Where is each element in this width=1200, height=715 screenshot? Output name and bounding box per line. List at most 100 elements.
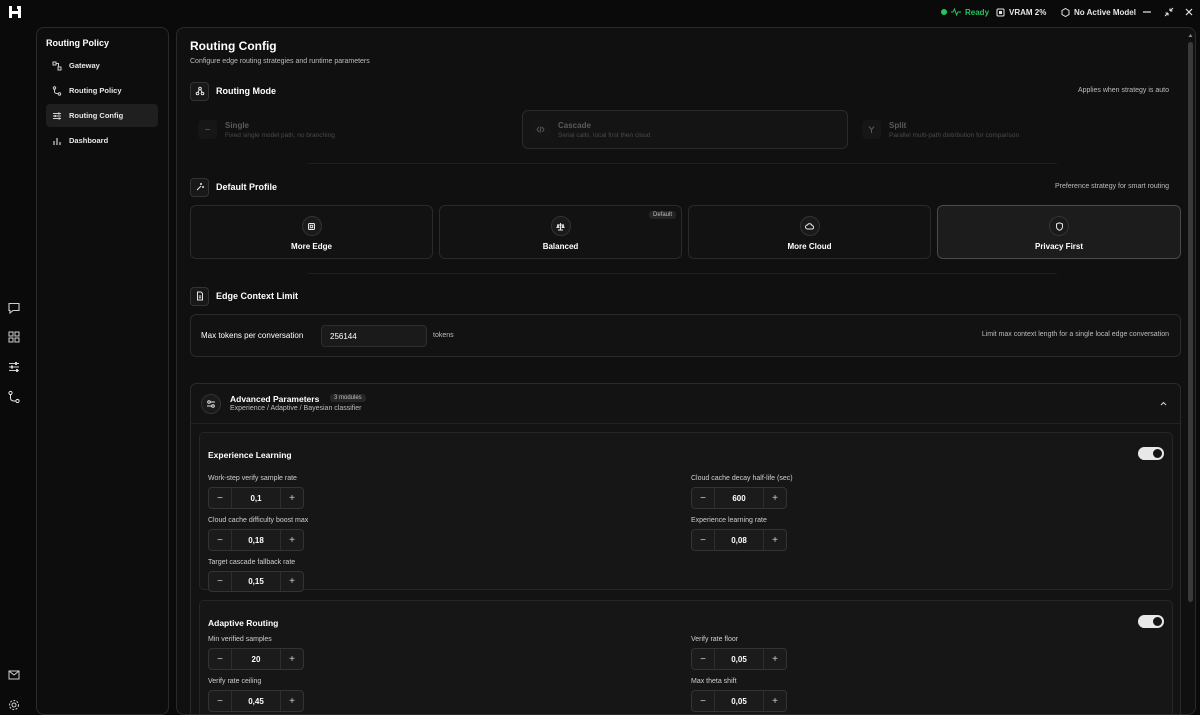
verify-rate-ceiling-stepper: − 0,45 +: [208, 690, 304, 712]
mode-option-cascade[interactable]: Cascade Serial calls, local first then c…: [522, 110, 848, 149]
restore-icon[interactable]: [1163, 6, 1175, 18]
shield-icon: [1049, 216, 1069, 236]
sidebar-item-routing-config[interactable]: Routing Config: [46, 104, 158, 127]
min-samples-stepper: − 20 +: [208, 648, 304, 670]
decrement-button[interactable]: −: [209, 649, 231, 669]
stepper-value[interactable]: 0,15: [231, 572, 281, 591]
fallback-rate-stepper: − 0,15 +: [208, 571, 304, 592]
stepper-value[interactable]: 0,05: [714, 691, 764, 711]
stepper-value[interactable]: 0,1: [231, 488, 281, 508]
adaptive-routing-module: Adaptive Routing Min verified samples − …: [199, 600, 1173, 714]
gear-icon[interactable]: [7, 698, 21, 712]
increment-button[interactable]: +: [281, 572, 303, 591]
section-title: Routing Mode: [216, 86, 276, 96]
sliders-icon: [53, 112, 61, 119]
stepper-value[interactable]: 0,08: [714, 530, 764, 550]
decrement-button[interactable]: −: [209, 691, 231, 711]
verify-sample-rate-stepper: − 0,1 +: [208, 487, 304, 509]
learning-rate-stepper: − 0,08 +: [691, 529, 787, 551]
decrement-button[interactable]: −: [209, 488, 231, 508]
sidebar-item-label: Routing Config: [69, 111, 124, 120]
sidebar-item-routing-policy[interactable]: Routing Policy: [46, 79, 158, 102]
sidebar: Routing Policy Gateway Routing Policy Ro…: [36, 27, 169, 715]
sidebar-item-gateway[interactable]: Gateway: [46, 54, 158, 77]
increment-button[interactable]: +: [764, 530, 786, 550]
increment-button[interactable]: +: [281, 530, 303, 550]
advanced-parameters: Advanced Parameters 3 modules Experience…: [190, 383, 1181, 714]
increment-button[interactable]: +: [764, 691, 786, 711]
increment-button[interactable]: +: [281, 691, 303, 711]
module-title: Adaptive Routing: [208, 618, 279, 628]
status-text: Ready: [965, 7, 990, 17]
decrement-button[interactable]: −: [692, 691, 714, 711]
stepper-value[interactable]: 600: [714, 488, 764, 508]
sparkle-icon: [190, 177, 209, 197]
profile-more-edge[interactable]: More Edge: [190, 205, 433, 259]
mode-option-single[interactable]: Single Fixed single model path, no branc…: [190, 110, 516, 149]
mode-desc: Fixed single model path, no branching: [225, 131, 335, 139]
decrement-button[interactable]: −: [692, 488, 714, 508]
decrement-button[interactable]: −: [692, 649, 714, 669]
max-tokens-input[interactable]: [321, 325, 427, 347]
routing-mode-header: Routing Mode: [190, 81, 276, 101]
mode-option-split[interactable]: Split Parallel multi-path distribution f…: [854, 110, 1180, 149]
adaptive-routing-toggle[interactable]: [1138, 615, 1164, 628]
theta-shift-stepper: − 0,05 +: [691, 690, 787, 712]
sliders-icon[interactable]: [7, 360, 21, 374]
experience-learning-toggle[interactable]: [1138, 447, 1164, 460]
cloud-icon: [799, 216, 820, 236]
status-dot: [941, 9, 947, 15]
sidebar-item-label: Routing Policy: [69, 86, 122, 95]
default-profile-header: Default Profile: [190, 177, 277, 197]
modules-badge: 3 modules: [330, 394, 366, 402]
pulse-icon: [951, 8, 961, 16]
experience-learning-module: Experience Learning Work-step verify sam…: [199, 432, 1173, 592]
context-limit-box: Max tokens per conversation tokens Limit…: [190, 314, 1181, 357]
close-icon[interactable]: [1183, 6, 1195, 18]
mode-desc: Parallel multi-path distribution for com…: [889, 131, 1020, 139]
field-label: Experience learning rate: [691, 517, 767, 524]
scrollbar-thumb[interactable]: [1188, 42, 1193, 602]
scroll-up-icon[interactable]: [1188, 32, 1193, 38]
stepper-value[interactable]: 0,18: [231, 530, 281, 550]
grid-icon[interactable]: [7, 330, 21, 344]
decrement-button[interactable]: −: [209, 530, 231, 550]
routing-icon[interactable]: [7, 390, 21, 404]
minimize-icon[interactable]: [1141, 6, 1153, 18]
divider: [307, 163, 1057, 164]
bar-chart-icon: [53, 137, 61, 145]
page-title: Routing Config: [190, 39, 277, 53]
advanced-title: Advanced Parameters: [230, 394, 320, 404]
increment-button[interactable]: +: [281, 649, 303, 669]
increment-button[interactable]: +: [764, 488, 786, 508]
difficulty-boost-stepper: − 0,18 +: [208, 529, 304, 551]
status-indicator: Ready: [941, 0, 989, 24]
increment-button[interactable]: +: [281, 488, 303, 508]
minus-icon: [198, 120, 217, 139]
mail-icon[interactable]: [7, 668, 21, 682]
profile-privacy-first[interactable]: Privacy First: [937, 205, 1181, 259]
stepper-value[interactable]: 0,05: [714, 649, 764, 669]
chat-icon[interactable]: [7, 301, 21, 315]
increment-button[interactable]: +: [764, 649, 786, 669]
chevron-up-icon[interactable]: [1159, 399, 1168, 408]
model-indicator: No Active Model: [1061, 0, 1136, 24]
stepper-value[interactable]: 20: [231, 649, 281, 669]
decrement-button[interactable]: −: [692, 530, 714, 550]
field-label: Cloud cache decay half-life (sec): [691, 475, 793, 482]
stepper-value[interactable]: 0,45: [231, 691, 281, 711]
advanced-header[interactable]: Advanced Parameters 3 modules Experience…: [191, 384, 1180, 424]
field-label: Cloud cache difficulty boost max: [208, 517, 309, 524]
mode-title: Cascade: [558, 120, 591, 130]
scale-icon: [550, 216, 571, 236]
profile-more-cloud[interactable]: More Cloud: [688, 205, 931, 259]
mode-title: Single: [225, 120, 250, 130]
context-limit-header: Edge Context Limit: [190, 286, 298, 306]
context-limit-note: Limit max context length for a single lo…: [981, 331, 1169, 338]
code-icon: [531, 120, 550, 139]
field-label: Work-step verify sample rate: [208, 475, 297, 482]
profile-balanced[interactable]: Default Balanced: [439, 205, 682, 259]
decrement-button[interactable]: −: [209, 572, 231, 591]
verify-rate-floor-stepper: − 0,05 +: [691, 648, 787, 670]
sidebar-item-dashboard[interactable]: Dashboard: [46, 129, 158, 152]
